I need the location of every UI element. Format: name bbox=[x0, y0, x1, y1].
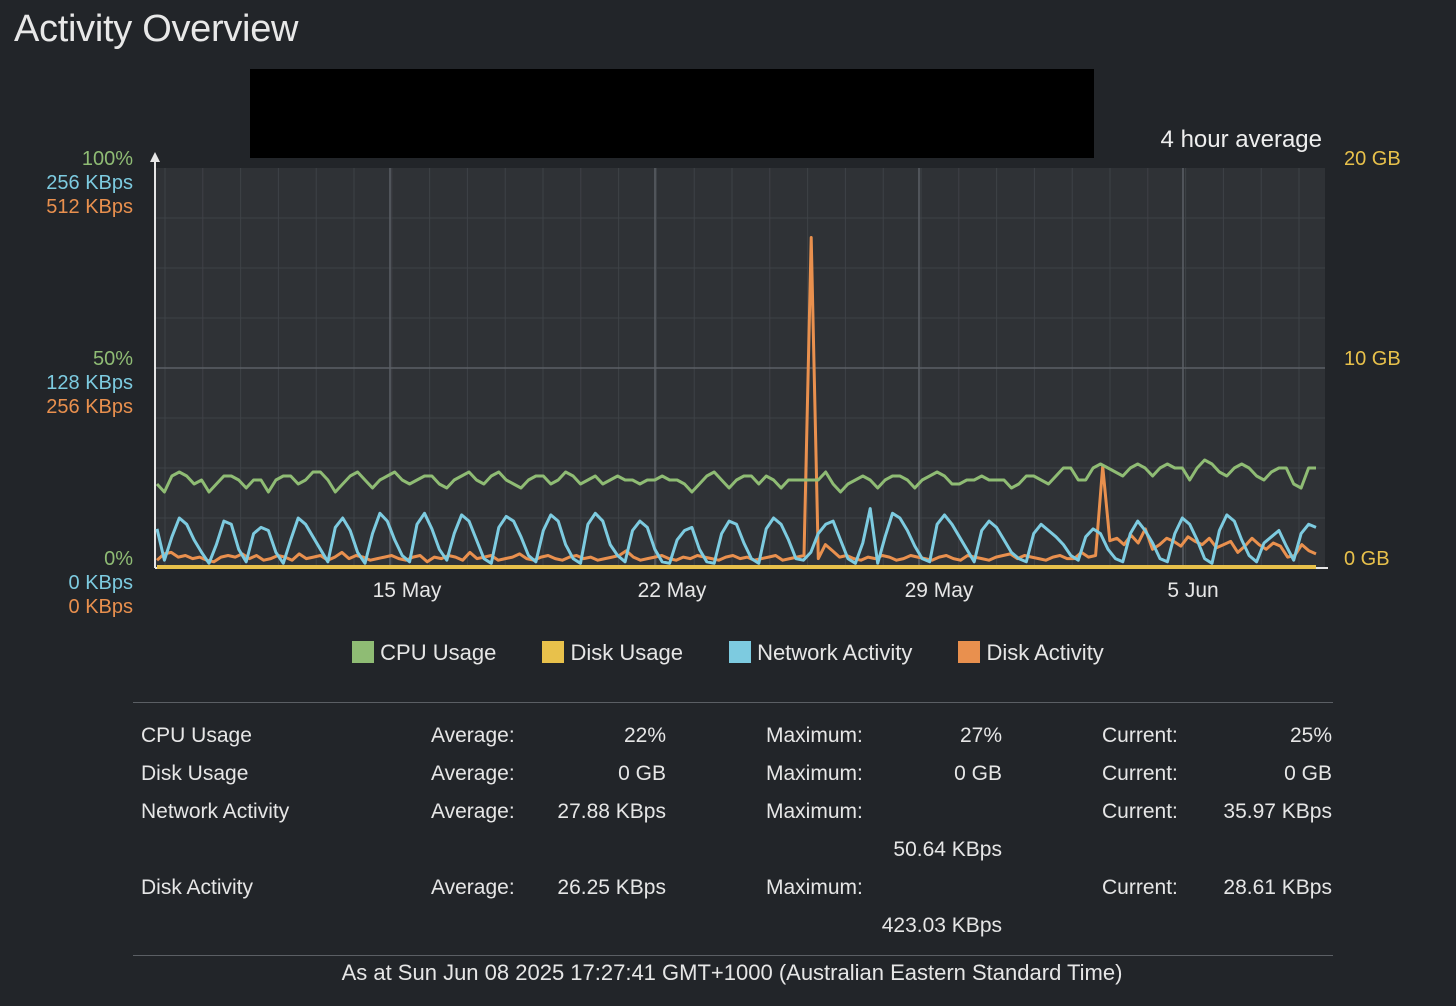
stats-row-disk-usage: Disk Usage Average: 0 GB Maximum: 0 GB C… bbox=[133, 755, 1333, 793]
legend-item-disk-activity[interactable]: Disk Activity bbox=[958, 640, 1104, 666]
maximum-label: Maximum: bbox=[766, 724, 863, 747]
legend-label: CPU Usage bbox=[380, 640, 497, 665]
average-label: Average: bbox=[431, 724, 515, 747]
x-tick-label: 15 May bbox=[373, 579, 442, 602]
y-right-mid: 10 GB bbox=[1344, 348, 1401, 370]
y-right-labels: 20 GB 10 GB 0 GB bbox=[1344, 148, 1401, 570]
average-value: 22% bbox=[623, 724, 666, 747]
current-label: Current: bbox=[1102, 876, 1178, 899]
maximum-value: 423.03 KBps bbox=[881, 914, 1002, 937]
legend-item-disk-usage[interactable]: Disk Usage bbox=[542, 640, 683, 666]
current-value: 35.97 KBps bbox=[1223, 800, 1332, 823]
average-label: Average: bbox=[431, 876, 515, 899]
average-label: Average: bbox=[431, 762, 515, 785]
maximum-value: 0 GB bbox=[954, 762, 1002, 785]
y-right-bottom: 0 GB bbox=[1344, 548, 1390, 570]
legend-item-cpu-usage[interactable]: CPU Usage bbox=[352, 640, 496, 666]
y-left-top-network: 256 KBps bbox=[46, 172, 133, 194]
current-label: Current: bbox=[1102, 724, 1178, 747]
y-left-top-cpu: 100% bbox=[82, 148, 133, 170]
y-right-top: 20 GB bbox=[1344, 148, 1401, 170]
stats-metric-name: Network Activity bbox=[141, 800, 290, 823]
legend-item-network-activity[interactable]: Network Activity bbox=[729, 640, 912, 666]
legend-label: Network Activity bbox=[757, 640, 913, 665]
legend-label: Disk Usage bbox=[570, 640, 683, 665]
average-label: Average: bbox=[431, 800, 515, 823]
y-left-mid-disk: 256 KBps bbox=[46, 396, 133, 418]
y-left-top-disk: 512 KBps bbox=[46, 196, 133, 218]
stats-table: CPU Usage Average: 22% Maximum: 27% Curr… bbox=[133, 702, 1333, 956]
current-label: Current: bbox=[1102, 762, 1178, 785]
legend-swatch bbox=[542, 641, 565, 663]
y-left-mid-network: 128 KBps bbox=[46, 372, 133, 394]
stats-row-cpu: CPU Usage Average: 22% Maximum: 27% Curr… bbox=[133, 717, 1333, 755]
current-value: 0 GB bbox=[1284, 762, 1332, 785]
maximum-label: Maximum: bbox=[766, 800, 863, 823]
stats-metric-name: Disk Activity bbox=[141, 876, 254, 899]
x-tick-labels: 15 May 22 May 29 May 5 Jun bbox=[373, 579, 1219, 602]
average-value: 27.88 KBps bbox=[557, 800, 666, 823]
legend-label: Disk Activity bbox=[986, 640, 1104, 665]
timestamp-footer: As at Sun Jun 08 2025 17:27:41 GMT+1000 … bbox=[341, 960, 1123, 985]
stats-row-network: Network Activity Average: 27.88 KBps Max… bbox=[133, 793, 1333, 869]
maximum-value: 27% bbox=[959, 724, 1002, 747]
stats-metric-name: Disk Usage bbox=[141, 762, 249, 785]
maximum-value: 50.64 KBps bbox=[893, 838, 1002, 861]
stats-row-disk-activity: Disk Activity Average: 26.25 KBps Maximu… bbox=[133, 869, 1333, 945]
activity-chart: 100% 256 KBps 512 KBps 50% 128 KBps 256 … bbox=[46, 148, 1401, 618]
current-value: 28.61 KBps bbox=[1223, 876, 1332, 899]
y-left-labels: 100% 256 KBps 512 KBps 50% 128 KBps 256 … bbox=[46, 148, 133, 618]
y-axis-arrow bbox=[150, 152, 160, 162]
y-left-bottom-disk: 0 KBps bbox=[69, 596, 133, 618]
x-tick-label: 5 Jun bbox=[1167, 579, 1218, 602]
maximum-label: Maximum: bbox=[766, 762, 863, 785]
legend-swatch bbox=[958, 641, 981, 663]
y-left-bottom-network: 0 KBps bbox=[69, 572, 133, 594]
y-left-mid-cpu: 50% bbox=[93, 348, 133, 370]
current-label: Current: bbox=[1102, 800, 1178, 823]
chart-legend: CPU Usage Disk Usage Network Activity Di… bbox=[0, 640, 1456, 666]
maximum-label: Maximum: bbox=[766, 876, 863, 899]
x-tick-label: 22 May bbox=[638, 579, 707, 602]
current-value: 25% bbox=[1289, 724, 1332, 747]
x-tick-label: 29 May bbox=[905, 579, 974, 602]
average-value: 26.25 KBps bbox=[557, 876, 666, 899]
stats-metric-name: CPU Usage bbox=[141, 724, 252, 747]
average-value: 0 GB bbox=[618, 762, 666, 785]
legend-swatch bbox=[729, 641, 752, 663]
legend-swatch bbox=[352, 641, 375, 663]
y-left-bottom-cpu: 0% bbox=[104, 548, 133, 570]
